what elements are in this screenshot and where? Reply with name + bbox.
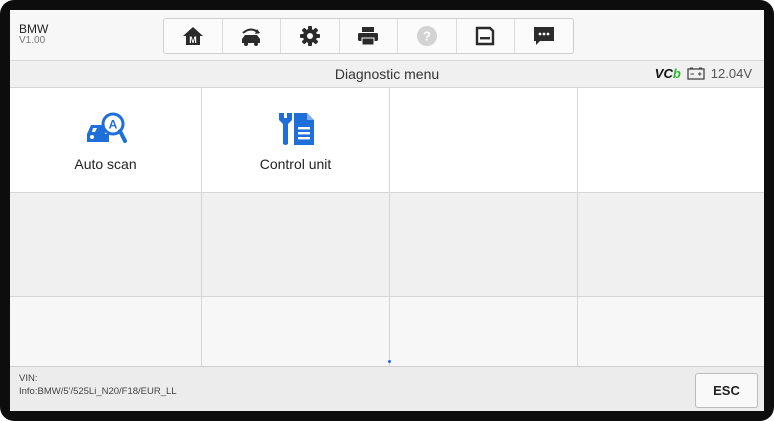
vehicle-info: VIN: Info:BMW/5'/525Li_N20/F18/EUR_LL (19, 373, 177, 399)
auto-scan-tile[interactable]: A Auto scan (10, 88, 202, 193)
control-unit-tile[interactable]: Control unit (202, 88, 390, 193)
battery-voltage: 12.04V (710, 66, 752, 81)
software-version: V1.00 (19, 34, 46, 46)
vin-label: VIN: (19, 373, 38, 384)
save-icon (476, 26, 495, 46)
vci-logo: VCb (654, 66, 681, 81)
empty-tile (578, 297, 764, 366)
page-title: Diagnostic menu (334, 66, 440, 82)
control-unit-label: Control unit (259, 156, 332, 172)
empty-tile (10, 193, 202, 297)
auto-scan-icon: A (86, 112, 127, 143)
page-indicator-dot (388, 360, 391, 363)
tablet-frame: BMW V1.00 M ? Diagnostic menu VCb 12.04V… (0, 0, 774, 421)
empty-tile (390, 88, 578, 193)
top-toolbar: BMW V1.00 M ? (10, 10, 764, 61)
bottom-bar: VIN: Info:BMW/5'/525Li_N20/F18/EUR_LL ES… (10, 366, 764, 411)
settings-button[interactable] (281, 19, 340, 53)
title-bar: Diagnostic menu VCb 12.04V (10, 61, 764, 88)
brand-name: BMW (19, 22, 49, 36)
svg-text:M: M (189, 35, 197, 45)
auto-scan-label: Auto scan (74, 156, 137, 172)
save-button[interactable] (457, 19, 515, 53)
vehicle-brand: BMW V1.00 (19, 23, 48, 46)
print-button[interactable] (340, 19, 398, 53)
home-button[interactable]: M (164, 19, 223, 53)
empty-tile (390, 297, 578, 366)
empty-tile (202, 297, 390, 366)
empty-tile (578, 88, 764, 193)
vci-status: VCb 12.04V (655, 66, 752, 81)
svg-text:A: A (108, 118, 117, 132)
empty-tile (578, 193, 764, 297)
function-grid: A Auto scan Control unit (10, 88, 764, 366)
empty-tile (10, 297, 202, 366)
help-button[interactable]: ? (398, 19, 457, 53)
control-unit-icon (278, 113, 314, 145)
battery-icon (687, 67, 705, 80)
vehicle-swap-button[interactable] (223, 19, 281, 53)
svg-text:?: ? (423, 29, 431, 44)
empty-tile (202, 193, 390, 297)
home-icon: M (182, 27, 203, 45)
settings-icon (299, 26, 320, 46)
screen: BMW V1.00 M ? Diagnostic menu VCb 12.04V… (10, 10, 764, 411)
print-icon (358, 27, 379, 46)
message-button[interactable] (515, 19, 573, 53)
toolbar-buttons: M ? (163, 18, 574, 54)
vehicle-swap-icon (242, 28, 261, 46)
message-icon (533, 27, 554, 45)
empty-tile (390, 193, 578, 297)
esc-button[interactable]: ESC (695, 373, 758, 408)
help-icon: ? (416, 26, 437, 46)
vehicle-info-text: Info:BMW/5'/525Li_N20/F18/EUR_LL (19, 385, 177, 397)
